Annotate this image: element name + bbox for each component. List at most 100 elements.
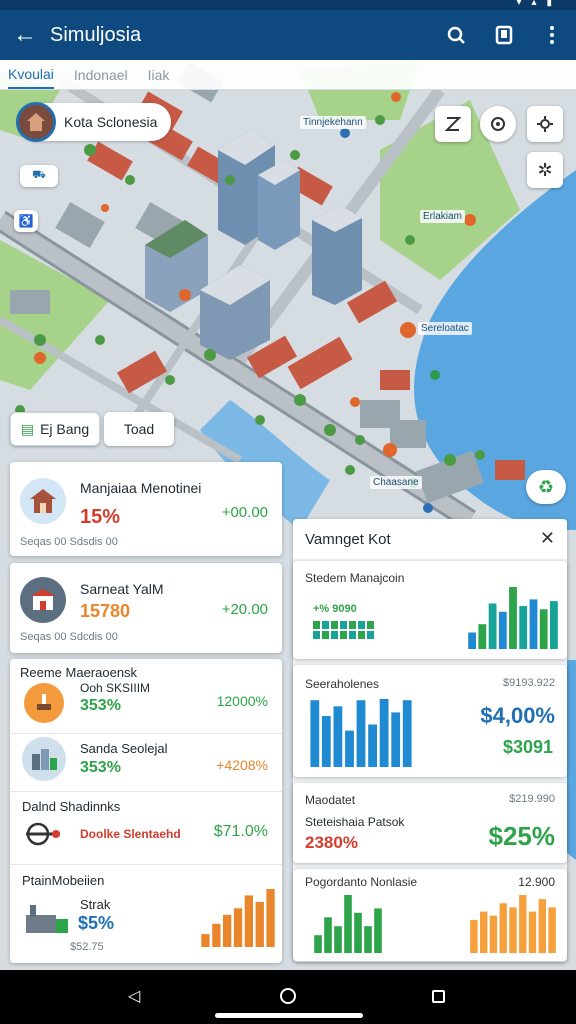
- chart-bar: [368, 724, 377, 767]
- chart-bar: [539, 609, 548, 649]
- legend-swatch: [322, 631, 329, 639]
- tools-icon: [22, 819, 62, 859]
- chart-bar: [468, 632, 476, 649]
- target-icon[interactable]: [480, 106, 516, 142]
- popup-header: Vamnget Kot ✕: [293, 519, 567, 559]
- detail-popup: Vamnget Kot ✕ Stedem Manajcoin +% 9090 S…: [293, 519, 567, 962]
- group-row-3[interactable]: Dalnd Shadinnks Doolke Slentaehd $71.0%: [10, 793, 282, 863]
- popup-title: Vamnget Kot: [305, 531, 391, 548]
- settings-icon[interactable]: [527, 106, 563, 142]
- app-bar: ← Simuljosia: [0, 10, 576, 60]
- chart-bar: [519, 895, 527, 953]
- toad-button-label: Toad: [123, 421, 155, 437]
- toad-button[interactable]: Toad: [104, 412, 174, 446]
- chart-bar: [529, 599, 538, 649]
- bang-button[interactable]: ▤ Ej Bang: [10, 412, 100, 446]
- group-row-1[interactable]: Ooh SKSIIIM 353% 12000%: [10, 679, 282, 739]
- chart-bar: [255, 901, 264, 947]
- card-1-title: Manjaiaa Menotinei: [80, 480, 202, 496]
- group-row-3-title: Dalnd Shadinnks: [22, 799, 121, 814]
- group-row-4-title: PtainMobeiien: [22, 873, 105, 888]
- chart-bar: [212, 923, 221, 947]
- popup-card-4-chart-left: [314, 895, 382, 953]
- card-1-value: +00.00: [221, 504, 268, 521]
- group-card: Reeme Maeraoensk Ooh SKSIIIM 353% 12000%…: [10, 659, 282, 963]
- sparkle-icon[interactable]: ✲: [527, 152, 563, 188]
- tab-iiak[interactable]: Iiak: [148, 62, 170, 88]
- chart-bar: [345, 730, 354, 767]
- legend-swatch: [313, 631, 320, 639]
- chart-bar: [528, 911, 537, 953]
- card-2-value: +20.00: [221, 601, 268, 618]
- chart-bar: [391, 712, 401, 767]
- chart-bar: [354, 912, 362, 953]
- chart-bar: [201, 934, 210, 947]
- bang-button-label: Ej Bang: [40, 421, 90, 437]
- group-row-1-sub: Ooh SKSIIIM: [80, 681, 151, 695]
- popup-card-1-chart: [468, 587, 558, 649]
- tab-kvoulai[interactable]: Kvoulai: [8, 61, 54, 89]
- popup-card-1[interactable]: Stedem Manajcoin +% 9090: [293, 561, 567, 659]
- popup-card-2[interactable]: Seeraholenes $9193.922 $4,00% $3091: [293, 665, 567, 777]
- map-label-tinnjekehann: Tinnjekehann: [300, 116, 366, 129]
- search-location-icon[interactable]: [432, 10, 480, 60]
- popup-card-4-top-value: 12.900: [518, 875, 555, 889]
- card-1-pct: 15%: [80, 506, 121, 528]
- card-2-pct: 15780: [80, 601, 131, 621]
- nav-home-icon[interactable]: [280, 988, 296, 1004]
- accessibility-icon[interactable]: ♿: [14, 210, 38, 232]
- group-row-2[interactable]: Sanda Seolejal 353% +4208%: [10, 735, 282, 791]
- popup-card-3-pct: 2380%: [305, 833, 358, 852]
- factory-icon: [22, 897, 72, 937]
- brush-icon: [24, 683, 64, 723]
- bookmark-icon[interactable]: [480, 10, 528, 60]
- legend-swatch: [322, 621, 329, 629]
- nav-recents-icon[interactable]: [432, 990, 445, 1003]
- stat-card-1[interactable]: Manjaiaa Menotinei 15% +00.00 Seqas 00 S…: [10, 462, 282, 556]
- eco-icon[interactable]: ♻: [526, 470, 566, 504]
- legend-swatch: [349, 621, 356, 629]
- chart-bar: [314, 935, 322, 953]
- chart-bar: [488, 603, 497, 649]
- popup-card-3[interactable]: Maodatet $219.990 Steteishaia Patsok 238…: [293, 783, 567, 863]
- back-arrow-icon[interactable]: ←: [0, 10, 50, 60]
- stat-card-2[interactable]: Sarneat YalM 15780 +20.00 Seqas 00 Sdcdi…: [10, 563, 282, 653]
- location-name: Kota Sclonesia: [64, 114, 158, 130]
- chart-bar: [470, 919, 478, 953]
- group-row-4-pct: $5%: [78, 913, 115, 933]
- shop-icon: [20, 577, 66, 623]
- popup-card-2-value: $4,00%: [480, 703, 555, 728]
- group-row-4[interactable]: PtainMobeiien Strak $5% $52.75: [10, 867, 282, 961]
- close-icon[interactable]: ✕: [540, 528, 555, 549]
- legend-swatch: [340, 631, 347, 639]
- chart-bar: [374, 908, 382, 953]
- location-chip[interactable]: Kota Sclonesia: [16, 102, 172, 142]
- popup-card-2-chart: [310, 699, 412, 767]
- more-vert-icon[interactable]: [528, 10, 576, 60]
- legend-swatch: [367, 631, 374, 639]
- app-title: Simuljosia: [50, 23, 142, 46]
- status-bar: ▾▴▮: [0, 0, 576, 10]
- legend-swatch: [358, 621, 365, 629]
- divider: [10, 864, 282, 865]
- bus-stop-icon[interactable]: ⛟: [20, 165, 58, 187]
- chart-bar: [509, 587, 517, 649]
- popup-card-3-subtitle: Steteishaia Patsok: [305, 815, 405, 829]
- group-row-4-sub: Strak: [80, 897, 111, 912]
- chart-bar: [324, 917, 332, 953]
- tab-indonael[interactable]: Indonael: [74, 62, 128, 88]
- chart-bar: [333, 706, 343, 767]
- popup-card-2-sub-value: $3091: [502, 737, 553, 757]
- chart-bar: [519, 606, 528, 649]
- legend-swatch: [331, 631, 338, 639]
- chart-bar: [334, 926, 342, 953]
- city-icon: [22, 737, 66, 781]
- popup-card-4-chart-right: [470, 895, 556, 953]
- popup-card-3-title: Maodatet: [305, 793, 356, 807]
- popup-card-1-title: Stedem Manajcoin: [305, 571, 405, 585]
- gesture-pill: [215, 1013, 363, 1018]
- popup-card-4[interactable]: Pogordanto Nonlasie 12.900: [293, 869, 567, 961]
- group-row-2-pct: 353%: [80, 759, 121, 776]
- nav-back-icon[interactable]: ◁: [128, 986, 140, 1006]
- layers-icon[interactable]: [435, 106, 471, 142]
